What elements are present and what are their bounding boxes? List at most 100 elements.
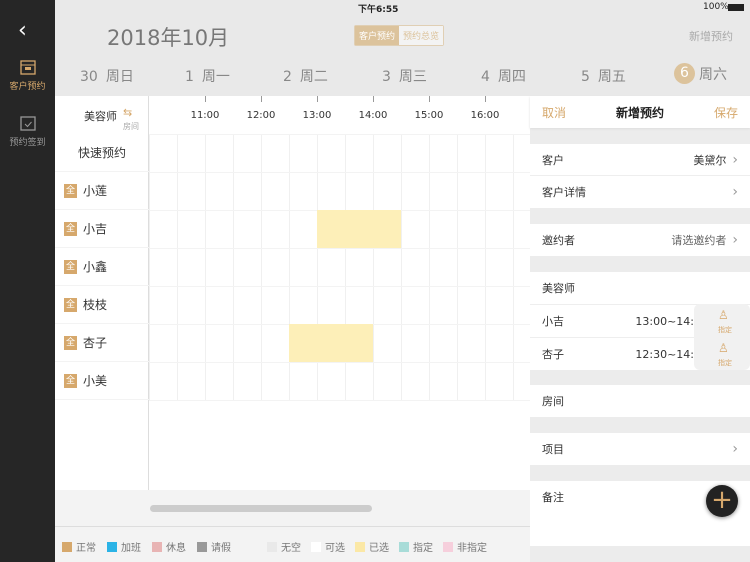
status-bar: iPad 下午6:55 100% — [0, 0, 750, 16]
clock: 下午6:55 — [358, 5, 399, 15]
staff-name: 小莲 — [83, 184, 108, 198]
chevron-right-icon: › — [732, 151, 738, 168]
staff-name: 枝枝 — [83, 298, 108, 312]
view-segment: 客户预约 预约总览 — [354, 25, 445, 46]
grid-column-line — [429, 134, 430, 400]
inviter-row[interactable]: 邀约者 请选邀约者 › — [530, 224, 750, 256]
grid-row-line — [149, 362, 530, 363]
booking-block[interactable] — [289, 324, 373, 362]
project-row[interactable]: 项目 › — [530, 433, 750, 465]
time-tick — [373, 96, 374, 102]
day-tab[interactable]: 2 周二 — [283, 66, 328, 86]
timeline-grid[interactable]: 11:00 12:00 13:00 14:00 15:00 16:00 1 — [149, 96, 530, 490]
grid-column-line — [457, 134, 458, 400]
time-tick — [485, 96, 486, 102]
segment-overview[interactable]: 预约总览 — [399, 26, 444, 45]
day-tab[interactable]: 4 周四 — [481, 66, 526, 86]
grid-column-line — [261, 134, 262, 400]
new-booking-button[interactable]: 新增预约 — [689, 28, 733, 44]
legend-swatch — [443, 541, 453, 552]
legend-swatch — [62, 541, 72, 552]
time-label: 14:00 — [358, 110, 388, 121]
staff-name: 小美 — [83, 374, 108, 388]
legend-item: 无空 — [267, 539, 301, 554]
grid-column-line — [149, 134, 150, 400]
staff-row[interactable]: 全枝枝 — [55, 286, 149, 324]
time-tick — [261, 96, 262, 102]
grid-column-line — [373, 134, 374, 400]
grid-row-line — [149, 172, 530, 173]
sidebar-item-label: 预约签到 — [9, 138, 46, 148]
staff-row[interactable]: 全小鑫 — [55, 248, 149, 286]
chevron-right-icon: › — [732, 232, 738, 248]
grid-row-line — [149, 400, 530, 401]
cancel-button[interactable]: 取消 — [542, 104, 566, 121]
time-label: 12:00 — [246, 110, 276, 121]
staff-name: 杏子 — [83, 336, 108, 350]
quick-booking[interactable]: 快速预约 — [55, 134, 149, 172]
legend-item: 可选 — [311, 539, 345, 554]
grid-row-line — [149, 134, 530, 135]
chevron-right-icon: › — [732, 184, 738, 200]
staff-row[interactable]: 全小莲 — [55, 172, 149, 210]
customer-detail-row[interactable]: 客户详情 › — [530, 176, 750, 208]
grid-column-line — [205, 134, 206, 400]
staff-name: 小吉 — [83, 222, 108, 236]
legend-item: 非指定 — [443, 539, 487, 554]
panel-header: 取消 新增预约 保存 — [530, 96, 750, 128]
legend-swatch — [267, 541, 277, 552]
legend-item: 加班 — [107, 539, 141, 554]
time-tick — [429, 96, 430, 102]
time-label: 15:00 — [414, 110, 444, 121]
save-button[interactable]: 保存 — [714, 104, 738, 121]
legend-swatch — [355, 541, 365, 552]
add-fab-plus-icon[interactable]: + — [706, 485, 738, 517]
day-tab-selected[interactable]: 6 周六 — [674, 63, 727, 84]
grid-row-line — [149, 286, 530, 287]
day-tab[interactable]: 30 周日 — [80, 66, 134, 86]
calendar-check-icon — [19, 116, 36, 131]
top-bar: 2018年10月 客户预约 预约总览 新增预约 30 周日 1 周一 2 周二 3 周三… — [55, 16, 750, 96]
day-tab[interactable]: 1 周一 — [185, 66, 230, 86]
staff-row[interactable]: 全小美 — [55, 362, 149, 400]
legend-item: 正常 — [62, 539, 96, 554]
staff-row[interactable]: 全小吉 — [55, 210, 149, 248]
new-booking-panel: 取消 新增预约 保存 客户 美黛尔 › 客户详情 › 邀约者 请选邀约者 › 美容师 小吉… — [530, 96, 750, 562]
time-label: 13:00 — [302, 110, 332, 121]
divider — [55, 526, 530, 527]
battery-icon — [728, 4, 744, 11]
time-label: 1 — [521, 110, 530, 121]
day-tab[interactable]: 3 周三 — [382, 66, 427, 86]
legend-swatch — [107, 541, 117, 552]
badge-all: 全 — [64, 259, 77, 274]
person-heart-icon[interactable]: ♙ — [718, 308, 729, 322]
grid-column-line — [513, 134, 514, 400]
legend-swatch — [152, 541, 162, 552]
time-label: 16:00 — [470, 110, 500, 121]
grid-column-line — [233, 134, 234, 400]
room-row[interactable]: 房间 — [530, 385, 750, 417]
swap-icon[interactable]: ⇆ — [123, 106, 132, 119]
back-icon[interactable]: ‹ — [18, 18, 27, 43]
day-tab[interactable]: 5 周五 — [581, 66, 626, 86]
staff-column: 美容师 ⇆ 房间 快速预约 全小莲全小吉全小鑫全枝枝全杏子全小美 — [55, 96, 149, 490]
sidebar-item-label: 客户预约 — [9, 82, 46, 92]
segment-customer-booking[interactable]: 客户预约 — [355, 26, 400, 45]
legend-item: 指定 — [399, 539, 433, 554]
badge-all: 全 — [64, 373, 77, 388]
horizontal-scrollbar[interactable] — [150, 505, 372, 512]
customer-row[interactable]: 客户 美黛尔 › — [530, 144, 750, 176]
switch-room-label[interactable]: 房间 — [123, 121, 139, 132]
badge-all: 全 — [64, 297, 77, 312]
booking-block[interactable] — [317, 210, 401, 248]
chevron-right-icon: › — [732, 441, 738, 457]
sidebar-item-checkin[interactable]: 预约签到 — [0, 114, 55, 148]
calendar-icon — [19, 60, 36, 75]
person-heart-icon[interactable]: ♙ — [718, 341, 729, 355]
time-label: 11:00 — [190, 110, 220, 121]
beautician-header: 美容师 — [530, 272, 750, 304]
time-tick — [205, 96, 206, 102]
staff-name: 小鑫 — [83, 260, 108, 274]
staff-row[interactable]: 全杏子 — [55, 324, 149, 362]
sidebar-item-customer-booking[interactable]: 客户预约 — [0, 58, 55, 92]
